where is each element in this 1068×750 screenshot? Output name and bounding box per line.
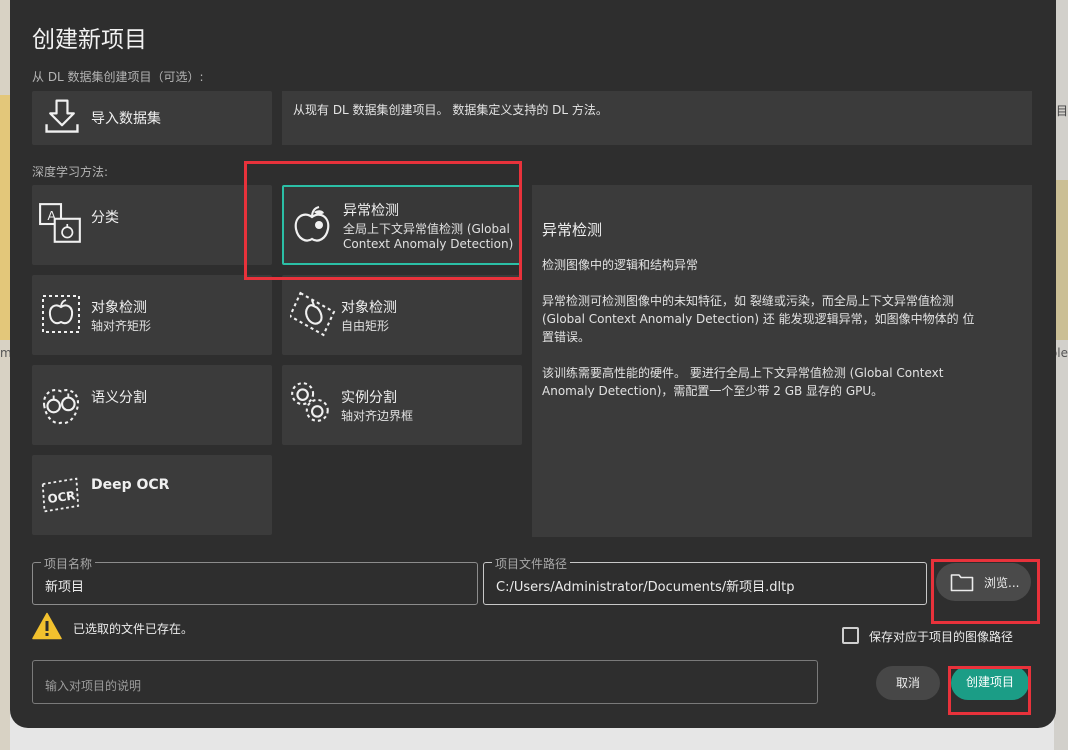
method-title: Deep OCR: [91, 477, 170, 493]
method-title: 分类: [91, 210, 119, 226]
background-label-right-top: 目: [1055, 104, 1068, 118]
method-subtitle: 自由矩形: [341, 319, 390, 333]
import-dataset-label: 导入数据集: [91, 111, 161, 127]
description-title: 异常检测: [542, 221, 603, 239]
method-tile-object-detection-axis[interactable]: 对象检测 轴对齐矩形: [32, 275, 272, 355]
highlight-box-browse: [931, 559, 1040, 624]
object-detection-axis-icon: [42, 295, 80, 333]
background-thumbnail-left: [0, 95, 10, 340]
create-project-dialog: 创建新项目 从 DL 数据集创建项目（可选）: 导入数据集 从现有 DL 数据集…: [10, 0, 1056, 728]
project-path-legend: 项目文件路径: [492, 555, 571, 572]
project-path-value: C:/Users/Administrator/Documents/新项目.dlt…: [496, 580, 795, 595]
method-title: 语义分割: [91, 390, 147, 406]
project-name-field[interactable]: 项目名称 新项目: [32, 555, 478, 605]
instance-segmentation-icon: [291, 382, 329, 422]
method-subtitle: 轴对齐边界框: [341, 409, 414, 423]
highlight-box-create: [948, 666, 1031, 715]
ocr-icon: OCR: [41, 477, 80, 513]
import-arrow-icon: [45, 99, 79, 133]
method-tile-semantic-segmentation[interactable]: 语义分割: [32, 365, 272, 445]
project-description-input[interactable]: [32, 660, 818, 704]
warning-icon: [32, 612, 62, 640]
svg-text:OCR: OCR: [47, 488, 76, 506]
method-tile-instance-segmentation[interactable]: 实例分割 轴对齐边界框: [282, 365, 522, 445]
highlight-box-anomaly-method: [244, 161, 522, 280]
description-paragraph: 检测图像中的逻辑和结构异常: [542, 258, 699, 272]
project-path-field[interactable]: 项目文件路径 C:/Users/Administrator/Documents/…: [483, 555, 927, 605]
method-description-panel: 异常检测 检测图像中的逻辑和结构异常 异常检测可检测图像中的未知特征，如 裂缝或…: [532, 185, 1032, 537]
import-section-label: 从 DL 数据集创建项目（可选）:: [32, 70, 204, 84]
save-relative-paths-checkbox[interactable]: [842, 627, 859, 644]
import-description: 从现有 DL 数据集创建项目。 数据集定义支持的 DL 方法。: [282, 91, 1032, 145]
description-paragraph: 该训练需要高性能的硬件。 要进行全局上下文异常值检测 (Global Conte…: [542, 366, 944, 398]
dialog-title: 创建新项目: [32, 27, 147, 53]
method-tile-deep-ocr[interactable]: OCR Deep OCR: [32, 455, 272, 535]
classification-icon: A: [39, 203, 81, 243]
methods-section-label: 深度学习方法:: [32, 165, 109, 179]
cancel-button[interactable]: 取消: [876, 666, 940, 700]
project-name-legend: 项目名称: [41, 555, 96, 572]
method-tile-classification[interactable]: A 分类: [32, 185, 272, 265]
method-tile-object-detection-free[interactable]: 对象检测 自由矩形: [282, 275, 522, 355]
project-name-value: 新项目: [45, 580, 85, 595]
description-paragraph: 异常检测可检测图像中的未知特征，如 裂缝或污染，而全局上下文异常值检测 (Glo…: [542, 294, 975, 344]
file-exists-warning: 已选取的文件已存在。: [73, 622, 194, 636]
svg-text:A: A: [47, 208, 56, 223]
method-subtitle: 轴对齐矩形: [91, 319, 152, 333]
save-relative-paths-label[interactable]: 保存对应于项目的图像路径: [869, 628, 1013, 645]
method-title: 对象检测: [341, 300, 397, 316]
import-dataset-button[interactable]: 导入数据集: [32, 91, 272, 145]
object-detection-free-icon: [290, 291, 336, 337]
method-title: 对象检测: [91, 300, 147, 316]
background-thumbnail-right: [1054, 180, 1068, 340]
semantic-segmentation-icon: [43, 389, 79, 425]
method-title: 实例分割: [341, 390, 397, 406]
